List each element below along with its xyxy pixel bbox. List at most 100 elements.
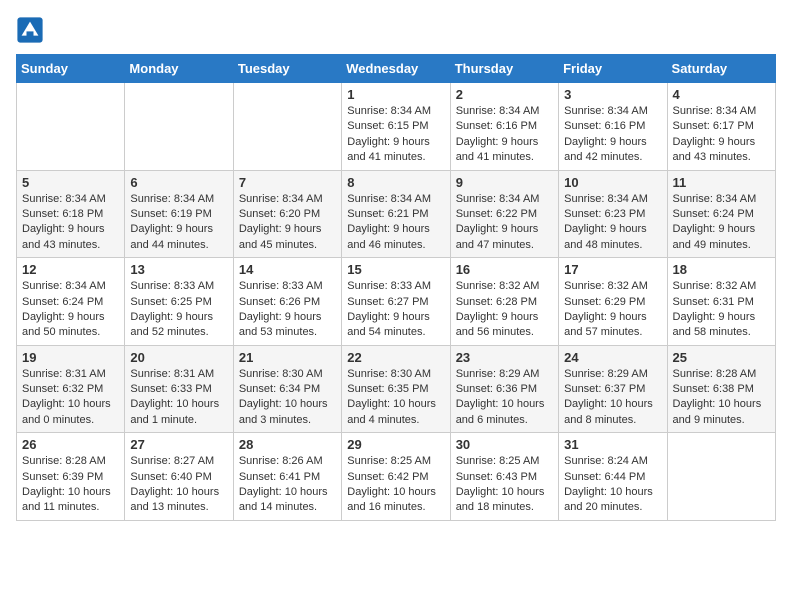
calendar-cell: 30 Sunrise: 8:25 AM Sunset: 6:43 PM Dayli…: [450, 433, 558, 521]
calendar-cell: 6 Sunrise: 8:34 AM Sunset: 6:19 PM Daylig…: [125, 170, 233, 258]
calendar-table: SundayMondayTuesdayWednesdayThursdayFrid…: [16, 54, 776, 521]
day-number: 17: [564, 262, 661, 277]
calendar-day-header: Tuesday: [233, 55, 341, 83]
day-info: Sunrise: 8:34 AM Sunset: 6:15 PM Dayligh…: [347, 104, 444, 166]
calendar-cell: 25 Sunrise: 8:28 AM Sunset: 6:38 PM Dayli…: [667, 345, 775, 433]
day-info: Sunrise: 8:29 AM Sunset: 6:37 PM Dayligh…: [564, 367, 661, 429]
calendar-cell: 23Sunrise: 8:29 AM Sunset: 6:36 PM Dayli…: [450, 345, 558, 433]
day-number: 31: [564, 437, 661, 452]
day-number: 2: [456, 87, 553, 102]
day-number: 16: [456, 262, 553, 277]
day-number: 4: [673, 87, 770, 102]
day-info: Sunrise: 8:31 AM Sunset: 6:33 PM Dayligh…: [130, 367, 227, 429]
day-number: 25: [673, 350, 770, 365]
day-info: Sunrise: 8:33 AM Sunset: 6:25 PM Dayligh…: [130, 279, 227, 341]
calendar-cell: 13 Sunrise: 8:33 AM Sunset: 6:25 PM Dayli…: [125, 258, 233, 346]
day-info: Sunrise: 8:31 AM Sunset: 6:32 PM Dayligh…: [22, 367, 119, 429]
day-number: 6: [130, 175, 227, 190]
calendar-cell: 9 Sunrise: 8:34 AM Sunset: 6:22 PM Daylig…: [450, 170, 558, 258]
calendar-cell: 5 Sunrise: 8:34 AM Sunset: 6:18 PM Daylig…: [17, 170, 125, 258]
day-number: 23: [456, 350, 553, 365]
day-info: Sunrise: 8:34 AM Sunset: 6:20 PM Dayligh…: [239, 192, 336, 254]
calendar-day-header: Thursday: [450, 55, 558, 83]
calendar-cell: 10 Sunrise: 8:34 AM Sunset: 6:23 PM Dayli…: [559, 170, 667, 258]
calendar-day-header: Wednesday: [342, 55, 450, 83]
day-number: 22: [347, 350, 444, 365]
calendar-week-row: 5 Sunrise: 8:34 AM Sunset: 6:18 PM Daylig…: [17, 170, 776, 258]
day-info: Sunrise: 8:28 AM Sunset: 6:38 PM Dayligh…: [673, 367, 770, 429]
calendar-cell: 28Sunrise: 8:26 AM Sunset: 6:41 PM Dayli…: [233, 433, 341, 521]
day-number: 29: [347, 437, 444, 452]
day-number: 19: [22, 350, 119, 365]
day-info: Sunrise: 8:32 AM Sunset: 6:29 PM Dayligh…: [564, 279, 661, 341]
calendar-cell: 7 Sunrise: 8:34 AM Sunset: 6:20 PM Daylig…: [233, 170, 341, 258]
day-info: Sunrise: 8:30 AM Sunset: 6:35 PM Dayligh…: [347, 367, 444, 429]
day-info: Sunrise: 8:25 AM Sunset: 6:43 PM Dayligh…: [456, 454, 553, 516]
calendar-week-row: 19 Sunrise: 8:31 AM Sunset: 6:32 PM Dayli…: [17, 345, 776, 433]
day-info: Sunrise: 8:34 AM Sunset: 6:24 PM Dayligh…: [673, 192, 770, 254]
calendar-cell: 24 Sunrise: 8:29 AM Sunset: 6:37 PM Dayli…: [559, 345, 667, 433]
day-number: 14: [239, 262, 336, 277]
day-info: Sunrise: 8:34 AM Sunset: 6:23 PM Dayligh…: [564, 192, 661, 254]
calendar-day-header: Saturday: [667, 55, 775, 83]
calendar-cell: 27Sunrise: 8:27 AM Sunset: 6:40 PM Dayli…: [125, 433, 233, 521]
day-number: 12: [22, 262, 119, 277]
day-info: Sunrise: 8:33 AM Sunset: 6:27 PM Dayligh…: [347, 279, 444, 341]
calendar-week-row: 1 Sunrise: 8:34 AM Sunset: 6:15 PM Daylig…: [17, 83, 776, 171]
day-info: Sunrise: 8:34 AM Sunset: 6:17 PM Dayligh…: [673, 104, 770, 166]
page-header: [16, 16, 776, 44]
calendar-week-row: 26Sunrise: 8:28 AM Sunset: 6:39 PM Dayli…: [17, 433, 776, 521]
calendar-cell: 21Sunrise: 8:30 AM Sunset: 6:34 PM Dayli…: [233, 345, 341, 433]
day-info: Sunrise: 8:34 AM Sunset: 6:19 PM Dayligh…: [130, 192, 227, 254]
day-number: 21: [239, 350, 336, 365]
day-info: Sunrise: 8:34 AM Sunset: 6:18 PM Dayligh…: [22, 192, 119, 254]
calendar-cell: 17 Sunrise: 8:32 AM Sunset: 6:29 PM Dayli…: [559, 258, 667, 346]
calendar-cell: 14 Sunrise: 8:33 AM Sunset: 6:26 PM Dayli…: [233, 258, 341, 346]
calendar-cell: [125, 83, 233, 171]
day-info: Sunrise: 8:32 AM Sunset: 6:28 PM Dayligh…: [456, 279, 553, 341]
day-info: Sunrise: 8:34 AM Sunset: 6:22 PM Dayligh…: [456, 192, 553, 254]
day-info: Sunrise: 8:24 AM Sunset: 6:44 PM Dayligh…: [564, 454, 661, 516]
calendar-cell: 2Sunrise: 8:34 AM Sunset: 6:16 PM Daylig…: [450, 83, 558, 171]
calendar-cell: [667, 433, 775, 521]
day-number: 8: [347, 175, 444, 190]
calendar-cell: 1 Sunrise: 8:34 AM Sunset: 6:15 PM Daylig…: [342, 83, 450, 171]
day-info: Sunrise: 8:27 AM Sunset: 6:40 PM Dayligh…: [130, 454, 227, 516]
day-info: Sunrise: 8:34 AM Sunset: 6:16 PM Dayligh…: [564, 104, 661, 166]
day-number: 30: [456, 437, 553, 452]
calendar-cell: 15 Sunrise: 8:33 AM Sunset: 6:27 PM Dayli…: [342, 258, 450, 346]
day-number: 7: [239, 175, 336, 190]
calendar-day-header: Monday: [125, 55, 233, 83]
calendar-cell: 16 Sunrise: 8:32 AM Sunset: 6:28 PM Dayli…: [450, 258, 558, 346]
logo-icon: [16, 16, 44, 44]
calendar-cell: [17, 83, 125, 171]
day-number: 9: [456, 175, 553, 190]
day-number: 1: [347, 87, 444, 102]
day-info: Sunrise: 8:34 AM Sunset: 6:21 PM Dayligh…: [347, 192, 444, 254]
day-number: 26: [22, 437, 119, 452]
day-number: 10: [564, 175, 661, 190]
day-number: 15: [347, 262, 444, 277]
calendar-cell: 4 Sunrise: 8:34 AM Sunset: 6:17 PM Daylig…: [667, 83, 775, 171]
calendar-cell: 8 Sunrise: 8:34 AM Sunset: 6:21 PM Daylig…: [342, 170, 450, 258]
day-info: Sunrise: 8:25 AM Sunset: 6:42 PM Dayligh…: [347, 454, 444, 516]
calendar-cell: 26Sunrise: 8:28 AM Sunset: 6:39 PM Dayli…: [17, 433, 125, 521]
calendar-cell: 18Sunrise: 8:32 AM Sunset: 6:31 PM Dayli…: [667, 258, 775, 346]
day-number: 13: [130, 262, 227, 277]
day-info: Sunrise: 8:33 AM Sunset: 6:26 PM Dayligh…: [239, 279, 336, 341]
day-info: Sunrise: 8:32 AM Sunset: 6:31 PM Dayligh…: [673, 279, 770, 341]
calendar-header-row: SundayMondayTuesdayWednesdayThursdayFrid…: [17, 55, 776, 83]
calendar-cell: 3 Sunrise: 8:34 AM Sunset: 6:16 PM Daylig…: [559, 83, 667, 171]
day-number: 28: [239, 437, 336, 452]
calendar-day-header: Friday: [559, 55, 667, 83]
day-number: 5: [22, 175, 119, 190]
calendar-cell: 11Sunrise: 8:34 AM Sunset: 6:24 PM Dayli…: [667, 170, 775, 258]
calendar-day-header: Sunday: [17, 55, 125, 83]
calendar-cell: [233, 83, 341, 171]
logo: [16, 16, 48, 44]
calendar-cell: 19 Sunrise: 8:31 AM Sunset: 6:32 PM Dayli…: [17, 345, 125, 433]
day-number: 24: [564, 350, 661, 365]
calendar-cell: 12Sunrise: 8:34 AM Sunset: 6:24 PM Dayli…: [17, 258, 125, 346]
day-number: 3: [564, 87, 661, 102]
day-number: 20: [130, 350, 227, 365]
